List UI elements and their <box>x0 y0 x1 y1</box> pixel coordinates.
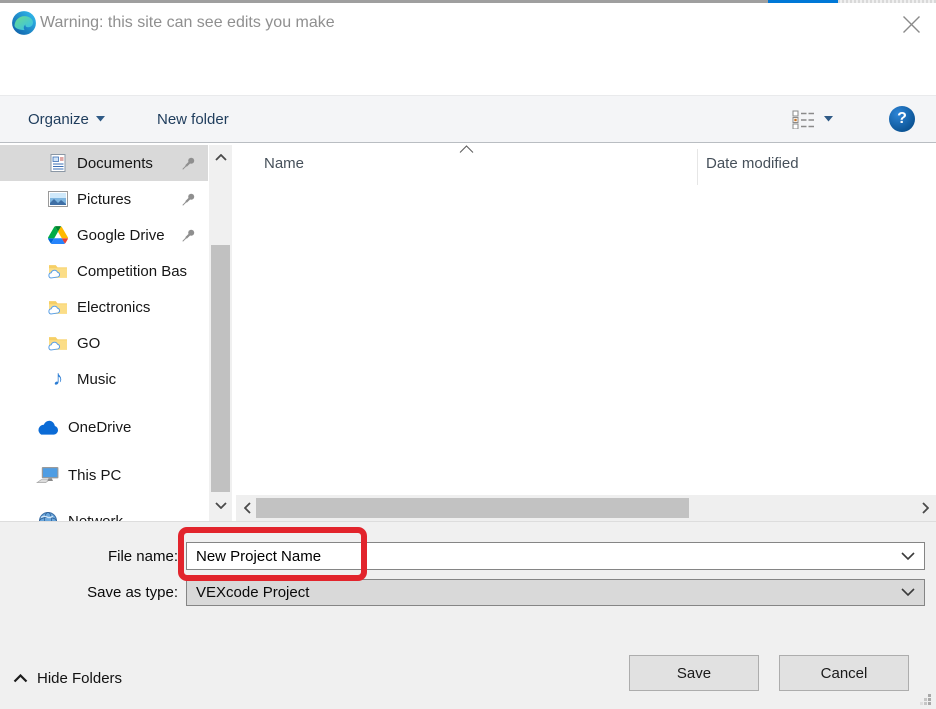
pin-icon <box>181 228 196 243</box>
accent-blue-segment <box>768 0 838 3</box>
pin-icon <box>181 192 196 207</box>
column-separator[interactable] <box>697 149 698 185</box>
save-as-type-value: VEXcode Project <box>187 584 309 601</box>
cloud-folder-icon <box>48 262 68 280</box>
sidebar-item-onedrive[interactable]: OneDrive <box>0 409 208 445</box>
sidebar-item-label: OneDrive <box>68 419 131 436</box>
network-icon <box>36 511 59 521</box>
sidebar-item-label: Google Drive <box>77 227 165 244</box>
column-header-date-modified[interactable]: Date modified <box>706 155 799 172</box>
new-folder-button[interactable]: New folder <box>157 96 229 142</box>
onedrive-icon <box>36 420 59 435</box>
save-button[interactable]: Save <box>629 655 759 691</box>
title-bar: Warning: this site can see edits you mak… <box>0 3 936 45</box>
help-button[interactable]: ? <box>889 106 915 132</box>
sidebar-item-label: Music <box>77 371 116 388</box>
sidebar-item-google-drive[interactable]: Google Drive <box>0 217 208 253</box>
save-as-type-label: Save as type: <box>0 584 178 601</box>
sidebar-item-pictures[interactable]: Pictures <box>0 181 208 217</box>
scroll-up-icon[interactable] <box>209 148 232 167</box>
sidebar-item-network[interactable]: Network <box>0 503 208 521</box>
chevron-up-icon <box>13 674 28 683</box>
pin-icon <box>181 156 196 171</box>
picture-icon <box>48 191 68 207</box>
google-drive-icon <box>48 226 68 244</box>
sidebar-item-label: GO <box>77 335 100 352</box>
main-area: Documents Pictures <box>0 143 936 521</box>
music-icon: ♪ <box>48 369 68 389</box>
sidebar-item-music[interactable]: ♪ Music <box>0 361 208 397</box>
scroll-left-icon[interactable] <box>238 495 256 521</box>
sidebar-item-electronics[interactable]: Electronics <box>0 289 208 325</box>
sidebar-item-go[interactable]: GO <box>0 325 208 361</box>
file-list-horizontal-scrollbar[interactable] <box>236 495 936 521</box>
sidebar-item-label: This PC <box>68 467 121 484</box>
close-icon <box>902 15 921 34</box>
document-icon <box>48 152 68 174</box>
save-as-type-dropdown-icon[interactable] <box>901 588 915 597</box>
cancel-button[interactable]: Cancel <box>779 655 909 691</box>
close-button[interactable] <box>896 9 926 39</box>
navigation-bar: This PC Documents ↻ <box>0 45 936 95</box>
horizontal-scrollbar-thumb[interactable] <box>256 498 689 518</box>
sidebar-scrollbar[interactable] <box>209 145 232 521</box>
file-name-combobox[interactable] <box>186 542 925 570</box>
file-name-dropdown-icon[interactable] <box>901 552 915 561</box>
window-title: Warning: this site can see edits you mak… <box>40 14 335 32</box>
sort-ascending-icon <box>459 145 474 153</box>
column-header-name[interactable]: Name <box>264 155 304 172</box>
save-as-type-combobox[interactable]: VEXcode Project <box>186 579 925 606</box>
scroll-right-icon[interactable] <box>916 495 934 521</box>
organize-label: Organize <box>28 111 89 128</box>
organize-button[interactable]: Organize <box>28 96 105 142</box>
computer-icon <box>36 466 59 485</box>
hide-folders-button[interactable]: Hide Folders <box>13 667 122 689</box>
hide-folders-label: Hide Folders <box>37 670 122 687</box>
window-top-edge <box>0 0 936 3</box>
sidebar-item-label: Pictures <box>77 191 131 208</box>
sidebar-item-documents[interactable]: Documents <box>0 145 208 181</box>
sidebar-item-label: Electronics <box>77 299 150 316</box>
scroll-down-icon[interactable] <box>209 496 232 515</box>
sidebar-scrollbar-thumb[interactable] <box>211 245 230 492</box>
new-folder-label: New folder <box>157 111 229 128</box>
organize-dropdown-icon <box>96 116 105 122</box>
cloud-folder-icon <box>48 334 68 352</box>
file-name-label: File name: <box>0 548 178 565</box>
edge-logo-icon <box>11 10 37 36</box>
light-edge-segment <box>838 0 936 3</box>
sidebar-item-label: Documents <box>77 155 153 172</box>
details-view-icon <box>792 110 815 129</box>
sidebar-item-competition-base[interactable]: Competition Bas <box>0 253 208 289</box>
sidebar-item-label: Competition Bas <box>77 263 187 280</box>
resize-grip[interactable] <box>919 693 932 706</box>
sidebar-item-this-pc[interactable]: This PC <box>0 457 208 493</box>
sidebar-item-label: Network <box>68 513 123 522</box>
save-form-pane: File name: Save as type: VEXcode Project… <box>0 521 936 709</box>
cloud-folder-icon <box>48 298 68 316</box>
file-name-input[interactable] <box>187 548 877 565</box>
save-as-dialog: Warning: this site can see edits you mak… <box>0 0 936 709</box>
views-dropdown-icon <box>824 116 833 122</box>
help-question-icon: ? <box>897 110 907 128</box>
change-view-button[interactable] <box>792 96 833 142</box>
command-toolbar: Organize New folder ? <box>0 95 936 143</box>
